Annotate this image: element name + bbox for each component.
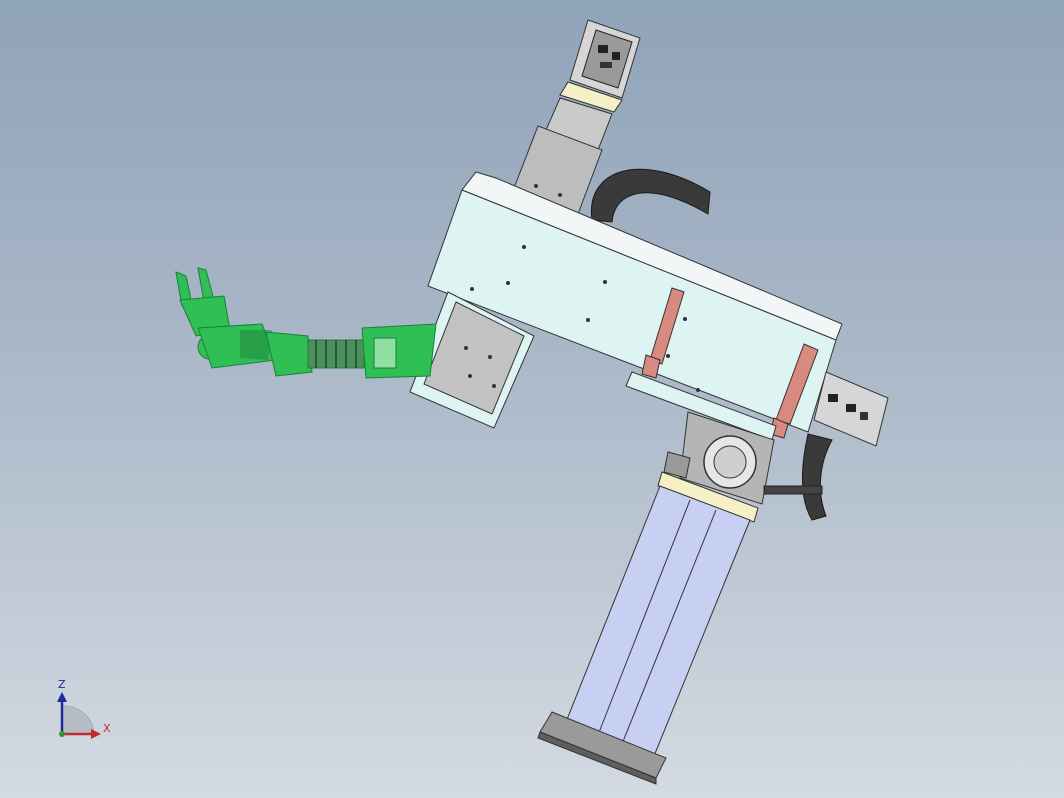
column — [537, 471, 759, 785]
z-axis-label: Z — [58, 678, 66, 691]
robot-assembly-model[interactable] — [0, 0, 1064, 798]
triad-quarter-disc — [61, 705, 95, 735]
gripper-arm — [175, 267, 437, 379]
x-axis-label: X — [103, 722, 111, 735]
x-axis-arrow — [91, 729, 101, 739]
y-axis-dot — [59, 731, 65, 737]
axis-triad[interactable] — [57, 692, 101, 739]
cable-loop — [590, 168, 711, 223]
cad-viewport[interactable]: Z X — [0, 0, 1064, 798]
z-axis-arrow — [57, 692, 67, 702]
